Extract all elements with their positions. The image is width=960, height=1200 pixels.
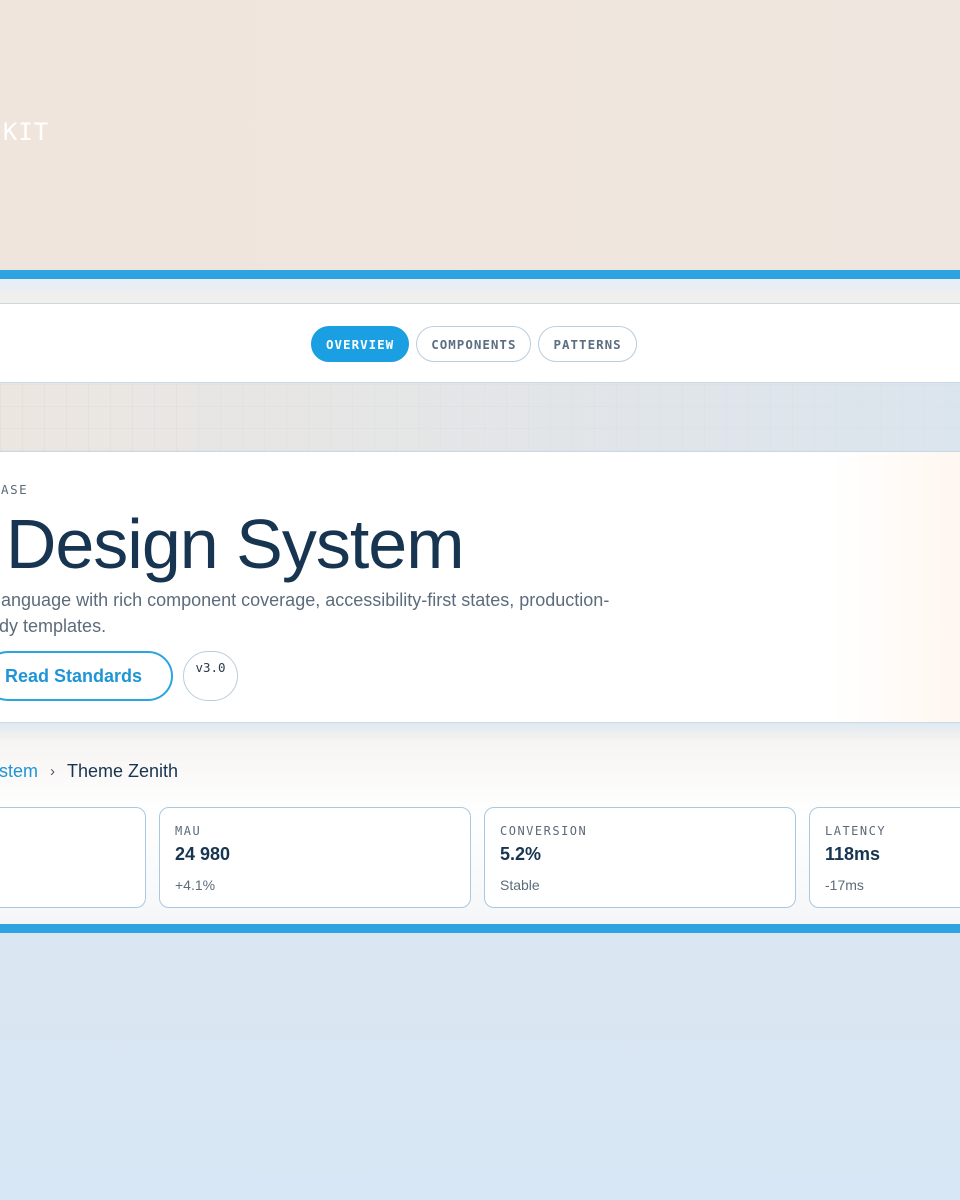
- metric-cards: MAU 24 980 +4.1% CONVERSION 5.2% Stable …: [0, 807, 960, 908]
- version-badge: v3.0: [183, 651, 238, 701]
- bottom-backdrop: [0, 933, 960, 1200]
- metric-card-partial: [0, 807, 146, 908]
- top-nav: OVERVIEW COMPONENTS PATTERNS: [0, 303, 960, 383]
- grid-band: [0, 383, 960, 451]
- read-standards-button[interactable]: Read Standards: [0, 651, 173, 701]
- metric-value: 118ms: [825, 844, 881, 864]
- chevron-right-icon: ›: [50, 763, 56, 780]
- hero-description: ce language with rich component coverage…: [0, 590, 610, 636]
- metric-note: Stable: [500, 877, 540, 893]
- kit-label: N-KIT: [0, 118, 50, 146]
- hero-eyebrow: LEASE: [0, 482, 29, 497]
- metric-label: MAU: [175, 824, 202, 838]
- breadcrumb-current: Theme Zenith: [67, 761, 179, 781]
- metric-value: 24 980: [175, 844, 231, 864]
- metric-card-mau: MAU 24 980 +4.1%: [159, 807, 471, 908]
- hero-card: LEASE th Design System ce language with …: [0, 451, 960, 723]
- nav-top-band: [0, 279, 960, 303]
- section-divider: [0, 723, 960, 739]
- app-frame: OVERVIEW COMPONENTS PATTERNS LEASE th De…: [0, 270, 960, 933]
- tab-overview[interactable]: OVERVIEW: [311, 326, 410, 362]
- hero-title: th Design System: [0, 505, 465, 583]
- metric-label: LATENCY: [825, 824, 887, 838]
- tab-components[interactable]: COMPONENTS: [416, 326, 532, 362]
- breadcrumb: ystem › Theme Zenith: [0, 761, 178, 782]
- metric-note: -17ms: [825, 877, 864, 893]
- metric-card-conversion: CONVERSION 5.2% Stable: [484, 807, 796, 908]
- metric-note: +4.1%: [175, 877, 216, 893]
- nav-tabs: OVERVIEW COMPONENTS PATTERNS: [311, 326, 637, 362]
- breadcrumb-parent-link[interactable]: ystem: [0, 761, 38, 782]
- tab-patterns[interactable]: PATTERNS: [538, 326, 637, 362]
- metrics-section: ystem › Theme Zenith MAU 24 980 +4.1% CO…: [0, 739, 960, 924]
- metric-card-latency: LATENCY 118ms -17ms: [809, 807, 960, 908]
- metric-value: 5.2%: [500, 844, 542, 864]
- top-backdrop: N-KIT: [0, 0, 960, 270]
- metric-label: CONVERSION: [500, 824, 588, 838]
